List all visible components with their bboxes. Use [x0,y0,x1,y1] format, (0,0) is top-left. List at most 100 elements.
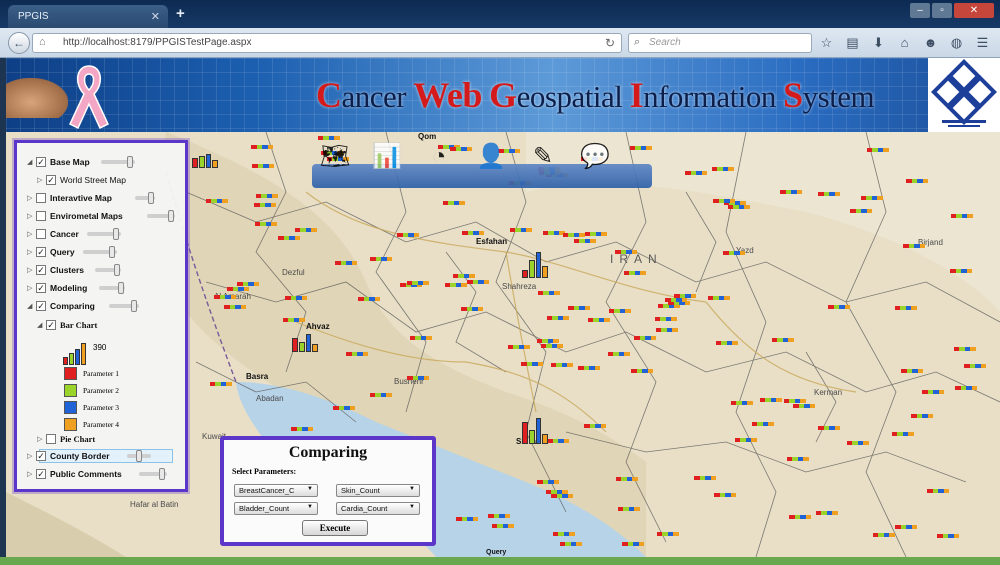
layer-row-base-map[interactable]: ◢ ✓ Base Map [27,155,90,169]
mini-bar-marker[interactable] [771,337,794,342]
parameter-dropdown[interactable]: Cardia_Count ▼ [336,502,420,515]
mini-bar-marker[interactable] [734,438,757,443]
bar-chart-marker-esfahan[interactable] [522,246,548,278]
mini-bar-marker[interactable] [550,362,573,367]
mini-bar-marker[interactable] [964,363,987,368]
mini-bar-marker[interactable] [894,306,917,311]
mini-bar-marker[interactable] [346,352,369,357]
mini-bar-marker[interactable] [607,352,630,357]
maximize-icon[interactable]: ▫ [932,3,952,18]
slider-thumb[interactable] [109,246,115,258]
mini-bar-marker[interactable] [818,426,841,431]
mini-bar-marker[interactable] [622,541,645,546]
layer-row-interactive-map[interactable]: ▷ Interavtive Map [27,191,112,205]
menu-icon[interactable]: ☰ [974,34,991,51]
mini-bar-marker[interactable] [674,293,697,298]
mini-bar-marker[interactable] [665,298,688,303]
mini-bar-marker[interactable] [657,304,680,309]
mini-bar-marker[interactable] [872,533,895,538]
mini-bar-marker[interactable] [937,533,960,538]
mini-bar-marker[interactable] [578,365,601,370]
mini-bar-marker[interactable] [629,145,652,150]
opacity-slider[interactable] [83,246,117,258]
layer-row-environmental-maps[interactable]: ▷ Envirometal Maps [27,209,123,223]
mini-bar-marker[interactable] [786,456,809,461]
mini-bar-marker[interactable] [370,257,393,262]
mini-bar-marker[interactable] [815,511,838,516]
opacity-slider[interactable] [135,192,155,204]
expand-arrow-icon[interactable]: ▷ [37,435,46,443]
expand-arrow-icon[interactable]: ▷ [37,176,46,184]
mini-bar-marker[interactable] [713,199,736,204]
shield-icon[interactable]: ◍ [948,34,965,51]
opacity-slider[interactable] [87,228,121,240]
slider-thumb[interactable] [114,264,120,276]
mini-bar-marker[interactable] [559,542,582,547]
mini-bar-marker[interactable] [205,199,228,204]
layer-checkbox[interactable] [46,434,56,444]
mini-bar-marker[interactable] [462,231,484,236]
browser-tab[interactable]: PPGIS ✕ [8,5,168,28]
layer-row-world-street-map[interactable]: ▷ ✓ World Street Map [37,173,126,187]
mini-bar-marker[interactable] [901,369,924,374]
layer-checkbox[interactable]: ✓ [36,301,46,311]
mini-bar-marker[interactable] [707,296,730,301]
mini-bar-marker[interactable] [866,147,889,152]
mini-bar-marker[interactable] [406,280,429,285]
expand-arrow-icon[interactable]: ▷ [27,470,36,478]
mini-bar-marker[interactable] [358,297,381,302]
mini-bar-marker[interactable] [452,273,475,278]
mini-bar-marker[interactable] [850,209,873,214]
layer-row-pie-chart[interactable]: ▷ Pie Chart [37,432,95,446]
layer-checkbox[interactable]: ✓ [36,469,46,479]
mini-bar-marker[interactable] [860,195,883,200]
slider-thumb[interactable] [113,228,119,240]
mini-bar-marker[interactable] [911,413,934,418]
opacity-slider[interactable] [127,450,151,462]
mini-bar-marker[interactable] [654,316,677,321]
mini-bar-marker[interactable] [333,405,356,410]
bar-chart-marker-ahvaz[interactable] [292,320,318,352]
layer-checkbox[interactable]: ✓ [46,320,56,330]
mini-bar-marker[interactable] [895,524,918,529]
expand-arrow-icon[interactable]: ▷ [27,266,36,274]
mini-bar-marker[interactable] [656,531,679,536]
opacity-slider[interactable] [99,282,125,294]
mini-bar-marker[interactable] [730,401,753,406]
reload-icon[interactable]: ↻ [605,36,615,50]
mini-bar-marker[interactable] [547,438,570,443]
mini-bar-marker[interactable] [546,316,569,321]
mini-bar-marker[interactable] [278,236,301,241]
opacity-slider[interactable] [147,210,175,222]
opacity-slider[interactable] [95,264,121,276]
mini-bar-marker[interactable] [723,251,746,256]
collapse-arrow-icon[interactable]: ◢ [27,158,36,166]
mini-bar-marker[interactable] [655,328,678,333]
slider-thumb[interactable] [127,156,133,168]
mini-bar-marker[interactable] [922,389,945,394]
layer-checkbox[interactable]: ✓ [36,157,46,167]
expand-arrow-icon[interactable]: ▷ [27,230,36,238]
layer-checkbox[interactable]: ✓ [46,175,56,185]
close-window-icon[interactable]: ✕ [954,3,994,18]
mini-bar-marker[interactable] [409,336,432,341]
mini-bar-marker[interactable] [540,343,563,348]
execute-button[interactable]: Execute [302,520,368,536]
mini-bar-marker[interactable] [254,202,277,207]
expand-arrow-icon[interactable]: ▷ [27,248,36,256]
mini-bar-marker[interactable] [536,339,559,344]
address-bar[interactable]: ⌂ http://localhost:8179/PPGISTestPage.as… [32,33,622,53]
mini-bar-marker[interactable] [751,422,774,427]
slider-thumb[interactable] [148,192,154,204]
layer-row-modeling[interactable]: ▷ ✓ Modeling [27,281,87,295]
mini-bar-marker[interactable] [903,244,925,249]
parameter-dropdown[interactable]: Skin_Count ▼ [336,484,420,497]
collapse-arrow-icon[interactable]: ◢ [37,321,46,329]
mini-bar-marker[interactable] [488,514,511,519]
mini-bar-marker[interactable] [615,476,638,481]
user-tool-icon[interactable]: 👤 [474,140,508,174]
mini-bar-marker[interactable] [608,308,631,313]
slider-thumb[interactable] [136,450,142,462]
mini-bar-marker[interactable] [685,171,708,176]
addon-icon[interactable]: ☻ [922,34,939,51]
